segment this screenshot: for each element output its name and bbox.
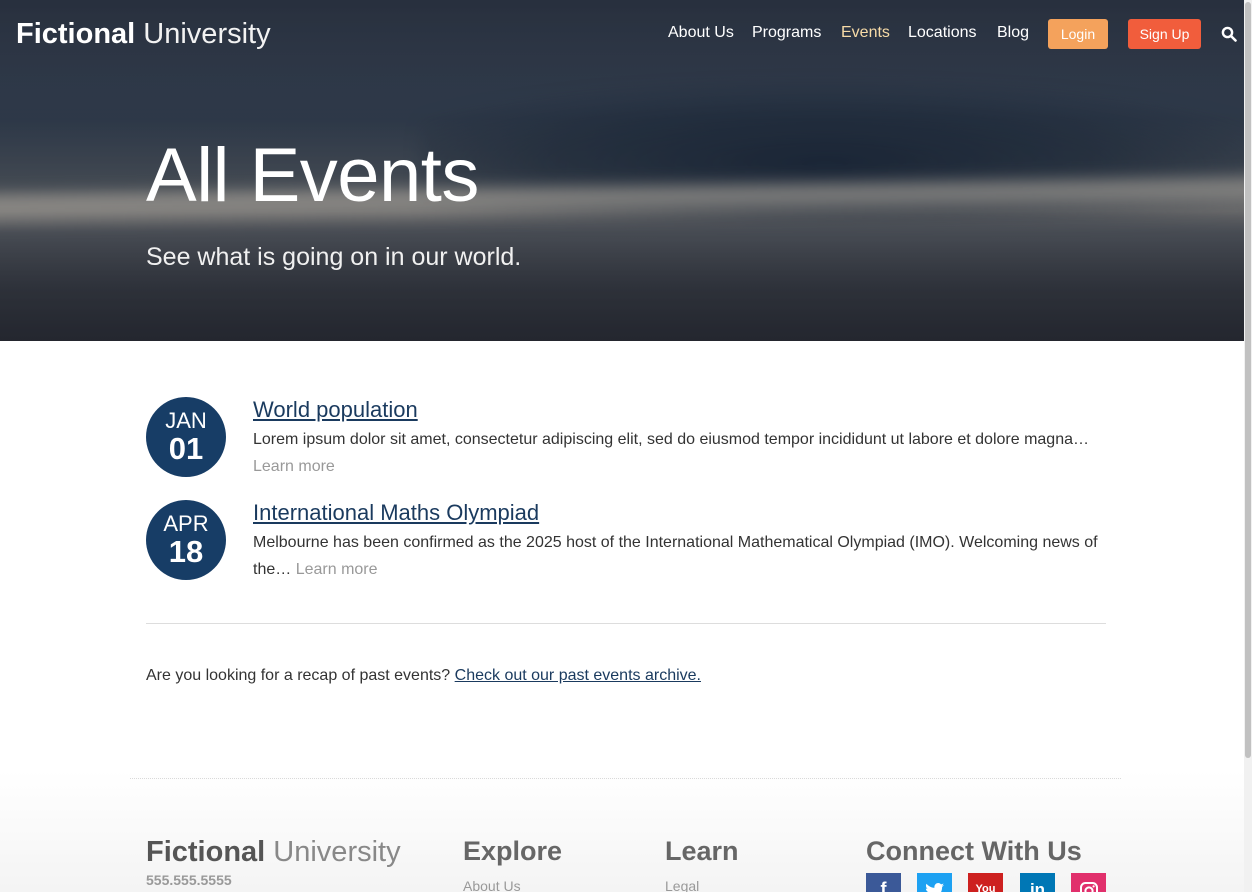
event-date-badge[interactable]: JAN 01 bbox=[146, 397, 226, 477]
nav-about-us[interactable]: About Us bbox=[668, 24, 734, 42]
instagram-icon[interactable] bbox=[1071, 873, 1106, 892]
past-events-archive-link[interactable]: Check out our past events archive. bbox=[455, 667, 701, 684]
nav-programs[interactable]: Programs bbox=[752, 24, 821, 42]
page-scrollbar[interactable] bbox=[1244, 0, 1252, 892]
twitter-icon[interactable] bbox=[917, 873, 952, 892]
past-events-prompt: Are you looking for a recap of past even… bbox=[146, 667, 451, 684]
footer-brand-light: University bbox=[273, 836, 401, 868]
footer-connect-heading: Connect With Us bbox=[866, 836, 1082, 866]
past-events-note: Are you looking for a recap of past even… bbox=[146, 667, 701, 685]
footer-logo[interactable]: Fictional University bbox=[146, 836, 401, 869]
event-item: APR 18 International Maths Olympiad Melb… bbox=[146, 500, 1106, 590]
nav-locations[interactable]: Locations bbox=[908, 24, 977, 42]
site-footer: Fictional University 555.555.5555 Explor… bbox=[0, 770, 1244, 892]
learn-more-link[interactable]: Learn more bbox=[253, 458, 335, 475]
site-logo[interactable]: Fictional University bbox=[16, 18, 271, 51]
footer-brand-strong: Fictional bbox=[146, 836, 266, 868]
page-subtitle: See what is going on in our world. bbox=[146, 243, 522, 271]
signup-button[interactable]: Sign Up bbox=[1128, 19, 1201, 49]
page-title: All Events bbox=[146, 133, 479, 218]
section-divider bbox=[146, 623, 1106, 624]
event-excerpt: Lorem ipsum dolor sit amet, consectetur … bbox=[253, 426, 1108, 480]
youtube-icon[interactable]: You bbox=[968, 873, 1003, 892]
nav-events[interactable]: Events bbox=[841, 24, 890, 42]
event-excerpt-text: Melbourne has been confirmed as the 2025… bbox=[253, 534, 1098, 578]
footer-phone[interactable]: 555.555.5555 bbox=[146, 872, 232, 888]
event-item: JAN 01 World population Lorem ipsum dolo… bbox=[146, 397, 1106, 487]
search-icon[interactable] bbox=[1221, 26, 1237, 42]
facebook-icon[interactable]: f bbox=[866, 873, 901, 892]
footer-link-legal[interactable]: Legal bbox=[665, 878, 699, 892]
footer-explore-heading: Explore bbox=[463, 836, 563, 866]
event-date-badge[interactable]: APR 18 bbox=[146, 500, 226, 580]
event-excerpt: Melbourne has been confirmed as the 2025… bbox=[253, 529, 1108, 583]
event-month: JAN bbox=[165, 408, 207, 433]
event-title-link[interactable]: International Maths Olympiad bbox=[253, 500, 539, 526]
linkedin-icon[interactable]: in bbox=[1020, 873, 1055, 892]
brand-light: University bbox=[143, 18, 271, 50]
login-button[interactable]: Login bbox=[1048, 19, 1108, 49]
event-day: 01 bbox=[168, 431, 204, 466]
footer-link-about-us[interactable]: About Us bbox=[463, 878, 521, 892]
event-excerpt-text: Lorem ipsum dolor sit amet, consectetur … bbox=[253, 431, 1089, 448]
footer-divider bbox=[130, 778, 1121, 779]
event-month: APR bbox=[163, 511, 209, 536]
site-header: Fictional University About Us Programs E… bbox=[0, 0, 1244, 70]
scrollbar-thumb[interactable] bbox=[1245, 2, 1251, 758]
event-day: 18 bbox=[168, 534, 204, 569]
brand-strong: Fictional bbox=[16, 18, 136, 50]
learn-more-link[interactable]: Learn more bbox=[296, 561, 378, 578]
event-title-link[interactable]: World population bbox=[253, 397, 418, 423]
footer-learn-heading: Learn bbox=[665, 836, 739, 866]
nav-blog[interactable]: Blog bbox=[997, 24, 1029, 42]
